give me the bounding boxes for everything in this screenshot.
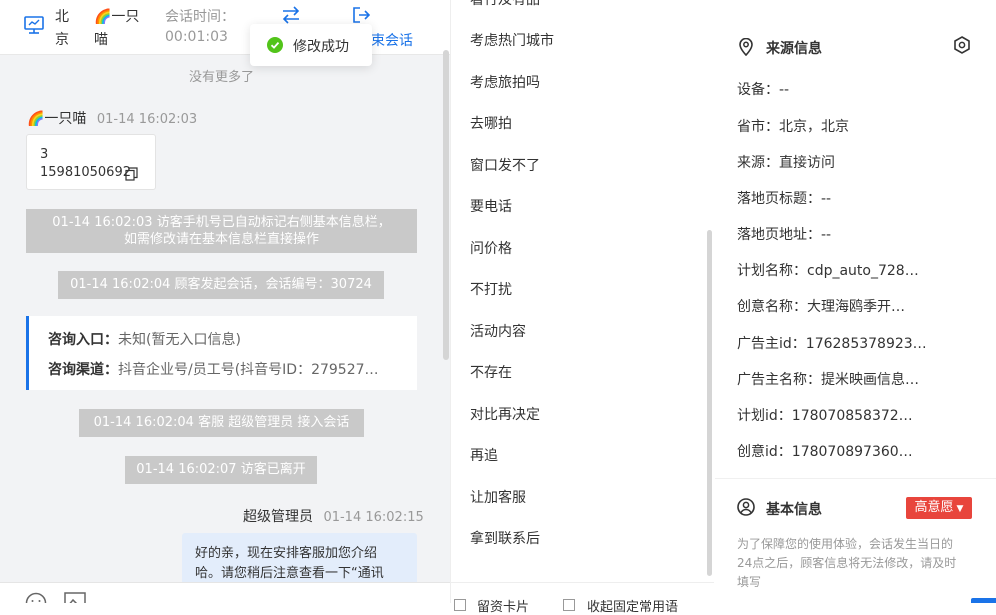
- quick-reply-item[interactable]: 不打扰: [470, 279, 512, 299]
- collapse-fixed-checkbox[interactable]: [563, 599, 575, 611]
- visitor-location: 北京: [55, 9, 69, 48]
- consult-channel-value: 抖音企业号/员工号(抖音号ID：279527…: [118, 362, 379, 378]
- no-more-text: 没有更多了: [188, 70, 254, 85]
- source-row: 计划名称：cdp_auto_728…: [737, 263, 919, 279]
- consult-channel-label: 咨询渠道：: [48, 362, 118, 378]
- quick-reply-item[interactable]: 不存在: [470, 362, 512, 382]
- source-row: 来源：直接访问: [737, 155, 835, 171]
- chat-header: 北京 🌈一只喵 会话时间： 00:01:03 束会话: [0, 0, 450, 55]
- check-circle-icon: [267, 37, 283, 57]
- session-time-value: 00:01:03: [165, 29, 228, 45]
- source-row: 落地页标题：--: [737, 191, 832, 207]
- toast-text: 修改成功: [293, 39, 349, 55]
- monitor-icon: [24, 16, 44, 38]
- location-pin-icon: [738, 37, 754, 60]
- leave-info-label: 留资卡片: [477, 600, 530, 615]
- quick-reply-item[interactable]: 看行及有品: [470, 0, 540, 9]
- source-row: 创意id：178070897360…: [737, 444, 913, 460]
- quick-reply-panel: 看行及有品 考虑热门城市 考虑旅拍吗 去哪拍 窗口发不了 要电话 问价格 不打扰…: [450, 0, 717, 615]
- consult-info-card: 咨询入口：未知(暂无入口信息) 咨询渠道：抖音企业号/员工号(抖音号ID：279…: [26, 316, 417, 390]
- consult-entry-value: 未知(暂无入口信息): [118, 332, 241, 348]
- quick-reply-item[interactable]: 去哪拍: [470, 113, 512, 133]
- quick-reply-item[interactable]: 让加客服: [470, 487, 526, 507]
- user-circle-icon: [737, 498, 755, 520]
- consult-entry-label: 咨询入口：: [48, 332, 118, 348]
- session-time-label: 会话时间：: [165, 9, 235, 25]
- edit-notice: 为了保障您的使用体验，会话发生当日的24点之后，顾客信息将无法修改，请及时填写: [737, 537, 957, 589]
- basic-info-title: 基本信息: [766, 502, 822, 518]
- message-bubble: 3 15981050692: [26, 134, 156, 190]
- source-row: 广告主id：176285378923…: [737, 336, 927, 352]
- message-sender: 超级管理员 01-14 16:02:15: [243, 509, 424, 525]
- collapse-fixed-label: 收起固定常用语: [587, 600, 679, 615]
- end-session-button[interactable]: 束会话: [371, 30, 413, 50]
- quick-reply-item[interactable]: 考虑热门城市: [470, 30, 554, 50]
- copy-icon[interactable]: [125, 166, 138, 185]
- chat-panel: 北京 🌈一只喵 会话时间： 00:01:03 束会话 没有更多了 🌈一只喵 01…: [0, 0, 450, 603]
- quick-reply-item[interactable]: 再追: [470, 445, 498, 465]
- quick-reply-item[interactable]: 要电话: [470, 196, 512, 216]
- quick-reply-item[interactable]: 拿到联系后: [470, 528, 540, 548]
- quick-reply-item[interactable]: 考虑旅拍吗: [470, 72, 540, 92]
- intent-badge[interactable]: 高意愿 ▼: [906, 497, 972, 519]
- source-row: 省市：北京，北京: [737, 119, 849, 135]
- divider: [715, 478, 996, 479]
- quick-reply-item[interactable]: 对比再决定: [470, 404, 540, 424]
- system-message: 01-14 16:02:03 访客手机号已自动标记右侧基本信息栏， 如需修改请在…: [26, 209, 417, 253]
- leave-info-checkbox[interactable]: [454, 599, 466, 611]
- source-row: 设备：--: [737, 82, 790, 98]
- chat-scrollbar[interactable]: [443, 50, 449, 360]
- chat-toolbar: [0, 582, 450, 603]
- emoji-icon[interactable]: [25, 592, 47, 603]
- message-sender: 🌈一只喵 01-14 16:02:03: [27, 111, 198, 127]
- source-row: 广告主名称：提米映画信息…: [737, 372, 919, 388]
- quick-reply-item[interactable]: 问价格: [470, 238, 512, 258]
- system-message: 01-14 16:02:04 客服 超级管理员 接入会话: [79, 409, 364, 437]
- source-row: 计划id：178070858372…: [737, 408, 913, 424]
- settings-icon[interactable]: [953, 36, 971, 58]
- success-toast: 修改成功: [250, 24, 372, 66]
- quick-reply-item[interactable]: 活动内容: [470, 321, 526, 341]
- quick-reply-item[interactable]: 窗口发不了: [470, 155, 540, 175]
- source-row: 落地页地址：--: [737, 227, 832, 243]
- source-row: 创意名称：大理海鸥季开…: [737, 299, 905, 315]
- visitor-name: 🌈一只喵: [94, 9, 140, 48]
- panel-edge-tab[interactable]: [971, 598, 996, 603]
- quick-reply-footer: 留资卡片 收起固定常用语: [451, 582, 714, 615]
- image-icon[interactable]: [64, 592, 86, 603]
- system-message: 01-14 16:02:07 访客已离开: [125, 456, 317, 484]
- caret-down-icon: ▼: [956, 504, 964, 514]
- quick-reply-scrollbar[interactable]: [707, 230, 712, 576]
- system-message: 01-14 16:02:04 顾客发起会话，会话编号：30724: [58, 271, 384, 299]
- source-info-title: 来源信息: [766, 41, 822, 57]
